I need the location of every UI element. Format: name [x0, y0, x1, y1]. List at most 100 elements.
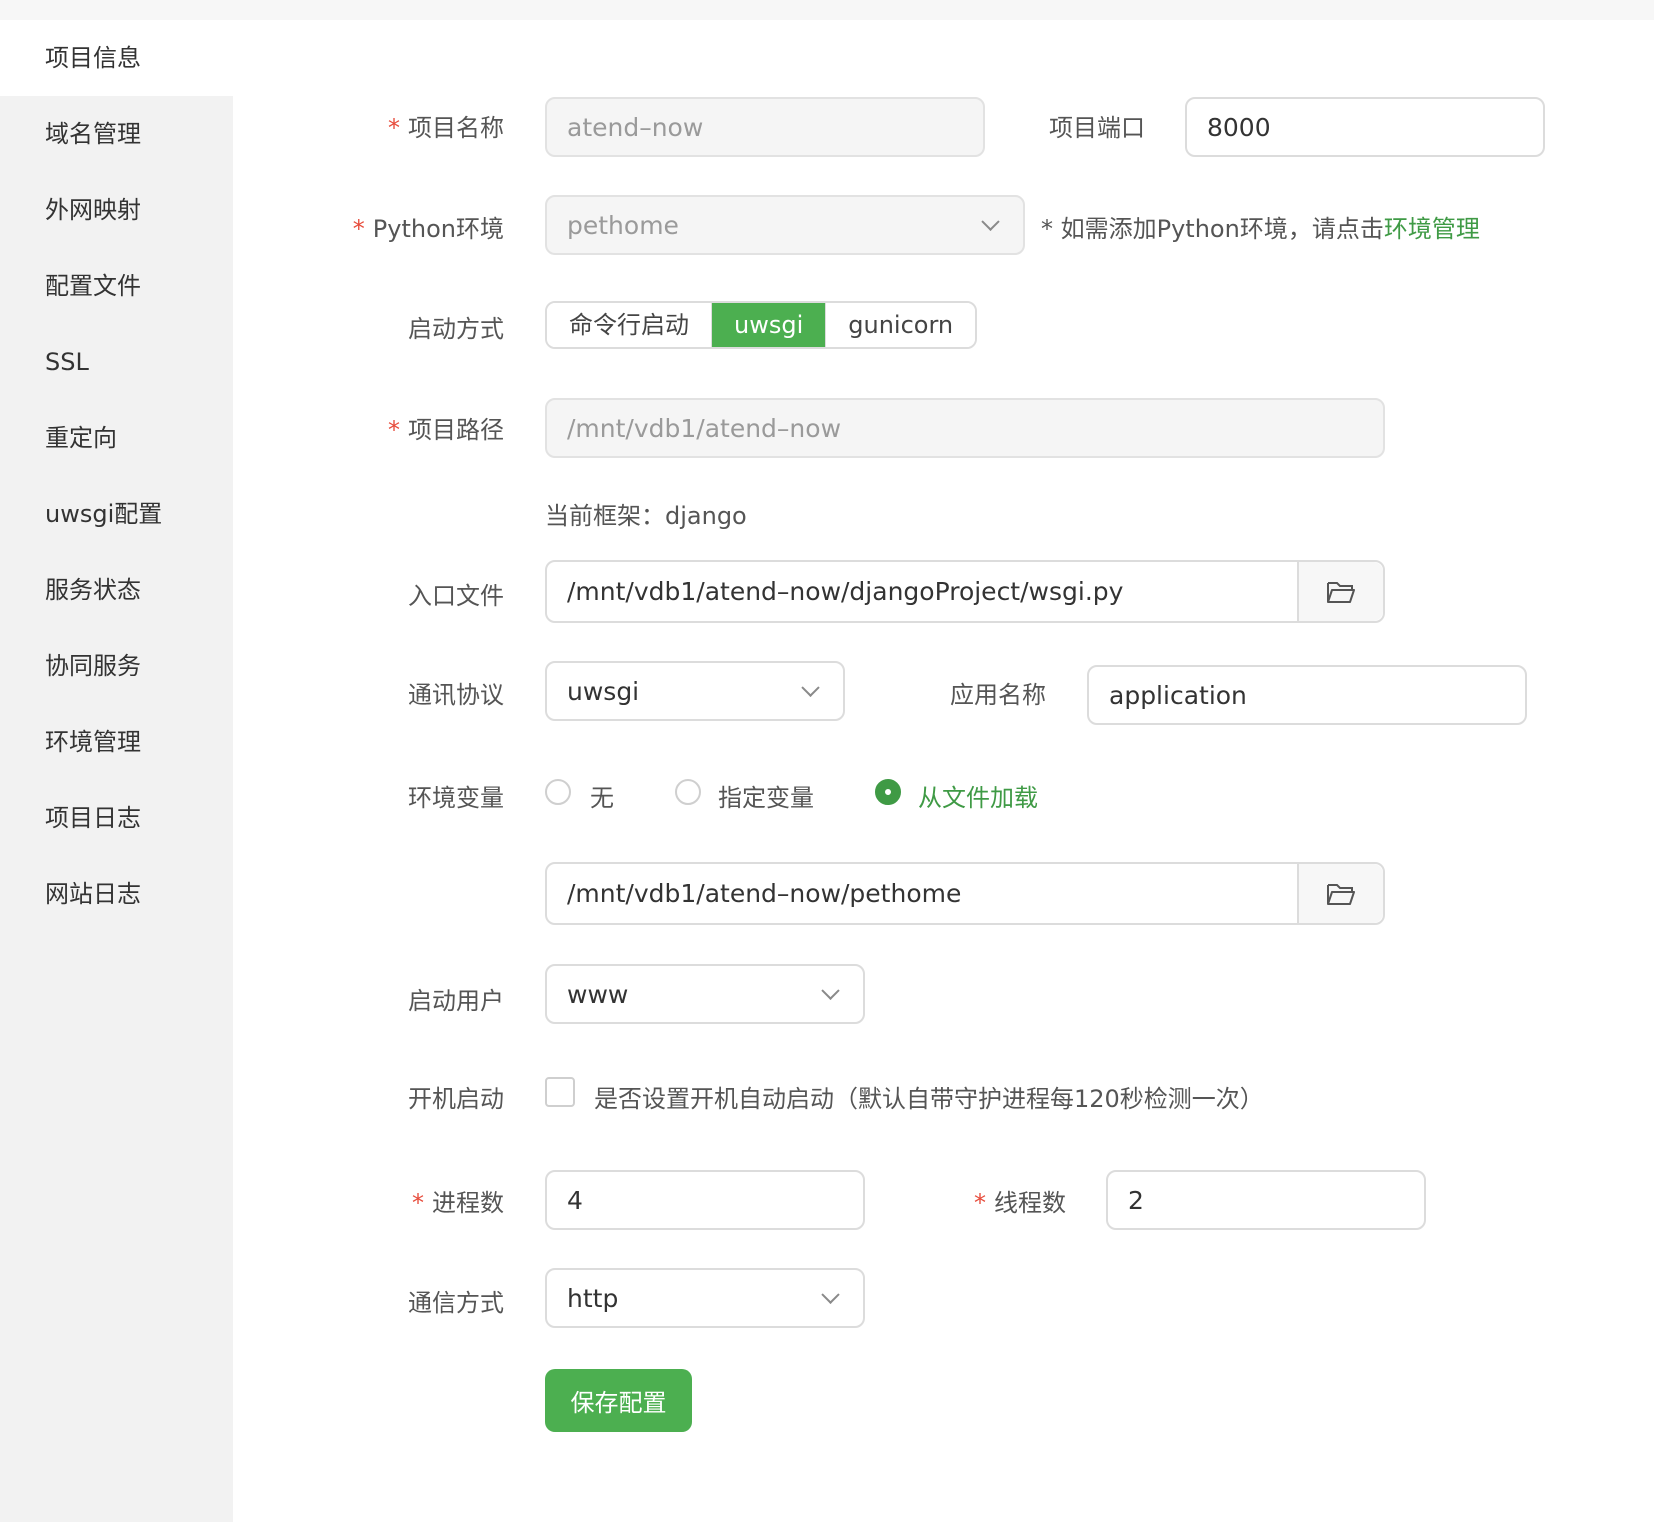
env-vars-radio-file-label[interactable]: 从文件加载 [918, 778, 1038, 813]
app-name-input[interactable]: application [1087, 665, 1527, 725]
save-config-button[interactable]: 保存配置 [545, 1369, 692, 1432]
autostart-checkbox[interactable] [545, 1077, 575, 1107]
start-mode-option-cli[interactable]: 命令行启动 [547, 303, 712, 347]
project-path-input[interactable]: /mnt/vdb1/atend–now [545, 398, 1385, 458]
autostart-text[interactable]: 是否设置开机自动启动（默认自带守护进程每120秒检测一次） [594, 1079, 1264, 1114]
entry-file-label-text: 入口文件 [408, 582, 504, 610]
required-mark: * [974, 1189, 986, 1217]
project-path-label-text: 项目路径 [408, 416, 504, 444]
project-name-value: atend–now [567, 112, 704, 142]
framework-value: django [665, 502, 747, 530]
sidebar-item-domain[interactable]: 域名管理 [0, 96, 233, 172]
entry-file-input[interactable]: /mnt/vdb1/atend–now/djangoProject/wsgi.p… [545, 560, 1385, 623]
python-env-hint-text: * 如需添加Python环境，请点击 [1041, 215, 1384, 243]
protocol-select[interactable]: uwsgi [545, 661, 845, 721]
sidebar-item-ssl[interactable]: SSL [0, 324, 233, 400]
sidebar-item-service-status[interactable]: 服务状态 [0, 552, 233, 628]
chevron-down-icon [821, 981, 840, 1000]
folder-open-icon [1327, 883, 1355, 905]
required-mark: * [388, 114, 400, 142]
start-mode-label: 启动方式 [408, 309, 504, 344]
processes-label-text: 进程数 [432, 1189, 504, 1217]
sidebar-item-label: SSL [45, 348, 89, 376]
sidebar-item-project-info[interactable]: 项目信息 [0, 20, 233, 96]
env-vars-radio-specified-label[interactable]: 指定变量 [718, 778, 814, 813]
env-file-browse-button[interactable] [1297, 864, 1383, 923]
entry-file-value: /mnt/vdb1/atend–now/djangoProject/wsgi.p… [567, 577, 1124, 606]
sidebar-item-project-log[interactable]: 项目日志 [0, 780, 233, 856]
protocol-label-text: 通讯协议 [408, 681, 504, 709]
entry-file-browse-button[interactable] [1297, 562, 1383, 621]
sidebar-item-external-mapping[interactable]: 外网映射 [0, 172, 233, 248]
project-path-label: * 项目路径 [388, 410, 504, 445]
sidebar-item-env-management[interactable]: 环境管理 [0, 704, 233, 780]
comm-mode-value: http [567, 1283, 619, 1313]
project-name-input[interactable]: atend–now [545, 97, 985, 157]
env-vars-radio-none[interactable] [545, 779, 571, 805]
start-user-value: www [567, 979, 629, 1009]
required-mark: * [352, 215, 365, 243]
python-env-value: pethome [567, 210, 679, 240]
app-name-label: 应用名称 [950, 675, 1046, 710]
autostart-label-text: 开机启动 [408, 1085, 504, 1113]
sidebar-item-site-log[interactable]: 网站日志 [0, 856, 233, 932]
env-vars-radio-none-label[interactable]: 无 [590, 778, 614, 813]
env-vars-radio-specified[interactable] [675, 779, 701, 805]
chevron-down-icon [981, 212, 1000, 231]
folder-open-icon [1327, 581, 1355, 603]
threads-value: 2 [1128, 1185, 1144, 1215]
sidebar-item-label: 项目信息 [45, 44, 141, 72]
comm-mode-label-text: 通信方式 [408, 1289, 504, 1317]
start-user-label-text: 启动用户 [408, 987, 504, 1015]
start-mode-label-text: 启动方式 [408, 315, 504, 343]
framework-label: 当前框架： [545, 502, 665, 530]
env-vars-radio-file[interactable] [875, 779, 901, 805]
env-vars-label: 环境变量 [408, 778, 504, 813]
sidebar-item-uwsgi-config[interactable]: uwsgi配置 [0, 476, 233, 552]
chevron-down-icon [821, 1285, 840, 1304]
sidebar-item-label: 域名管理 [45, 120, 141, 148]
app-name-label-text: 应用名称 [950, 681, 1046, 709]
processes-value: 4 [567, 1185, 583, 1215]
sidebar-item-label: uwsgi配置 [45, 500, 163, 528]
sidebar-item-label: 网站日志 [45, 880, 141, 908]
entry-file-label: 入口文件 [408, 576, 504, 611]
framework-info: 当前框架：django [545, 496, 747, 531]
start-mode-segmented: 命令行启动 uwsgi gunicorn [545, 301, 978, 349]
env-management-link[interactable]: 环境管理 [1384, 215, 1480, 243]
top-strip [0, 0, 1654, 20]
comm-mode-select[interactable]: http [545, 1268, 865, 1328]
env-file-input[interactable]: /mnt/vdb1/atend–now/pethome [545, 862, 1385, 925]
project-name-label: * 项目名称 [388, 108, 504, 143]
sidebar-item-label: 外网映射 [45, 196, 141, 224]
processes-input[interactable]: 4 [545, 1170, 865, 1230]
sidebar-item-collab-service[interactable]: 协同服务 [0, 628, 233, 704]
sidebar-item-label: 环境管理 [45, 728, 141, 756]
sidebar-item-config-file[interactable]: 配置文件 [0, 248, 233, 324]
protocol-value: uwsgi [567, 676, 640, 706]
autostart-label: 开机启动 [408, 1079, 504, 1114]
python-env-select[interactable]: pethome [545, 195, 1025, 255]
threads-input[interactable]: 2 [1106, 1170, 1426, 1230]
python-env-label-text: Python环境 [372, 215, 504, 243]
env-file-value: /mnt/vdb1/atend–now/pethome [567, 879, 962, 908]
project-port-input[interactable]: 8000 [1185, 97, 1545, 157]
python-env-label: * Python环境 [353, 209, 504, 244]
start-user-select[interactable]: www [545, 964, 865, 1024]
comm-mode-label: 通信方式 [408, 1283, 504, 1318]
sidebar-item-redirect[interactable]: 重定向 [0, 400, 233, 476]
project-port-label-text: 项目端口 [1049, 114, 1145, 142]
start-mode-option-gunicorn[interactable]: gunicorn [826, 303, 976, 347]
threads-label-text: 线程数 [994, 1189, 1066, 1217]
project-port-value: 8000 [1207, 112, 1271, 142]
processes-label: * 进程数 [412, 1183, 504, 1218]
required-mark: * [412, 1189, 424, 1217]
sidebar-item-label: 配置文件 [45, 272, 141, 300]
sidebar-item-label: 重定向 [45, 424, 117, 452]
project-path-value: /mnt/vdb1/atend–now [567, 413, 842, 443]
start-user-label: 启动用户 [408, 981, 504, 1016]
required-mark: * [388, 416, 400, 444]
start-mode-option-uwsgi[interactable]: uwsgi [712, 303, 827, 347]
project-name-label-text: 项目名称 [408, 114, 504, 142]
sidebar-item-label: 服务状态 [45, 576, 141, 604]
